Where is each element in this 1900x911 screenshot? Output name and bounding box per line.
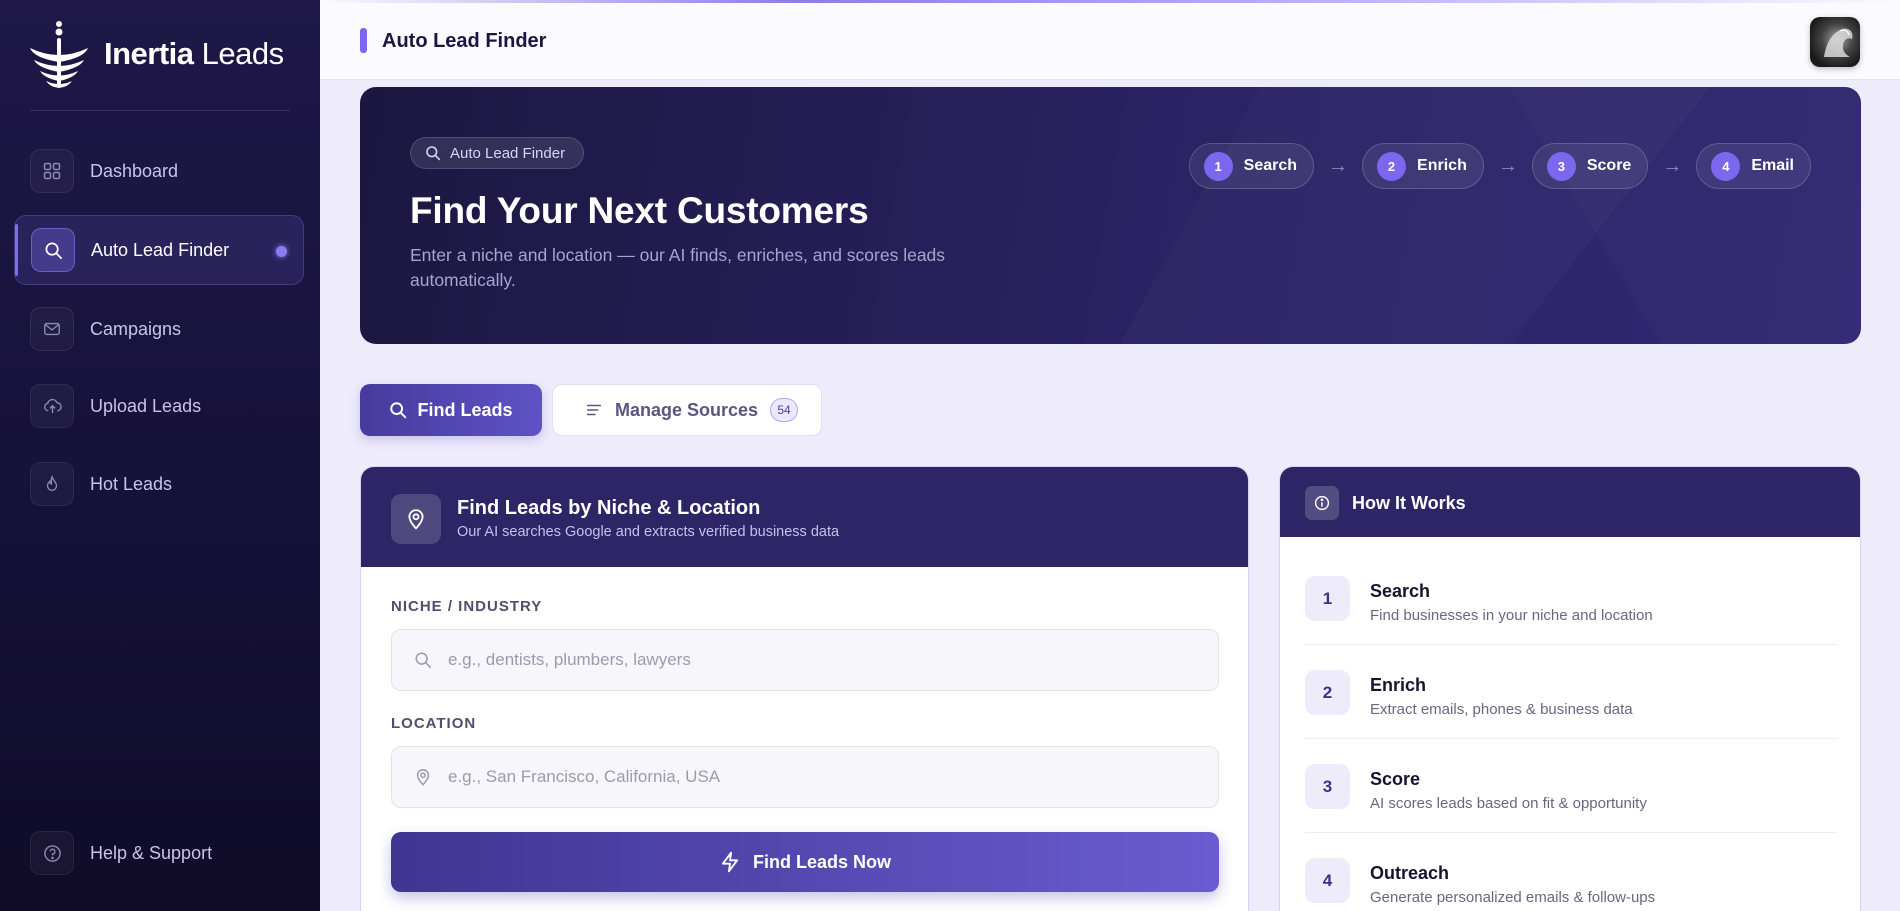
brand-divider	[30, 110, 290, 111]
how-it-works-step: 4 Outreach Generate personalized emails …	[1305, 833, 1837, 911]
map-pin-icon	[391, 494, 441, 544]
step-description: Generate personalized emails & follow-up…	[1370, 889, 1656, 906]
find-leads-card: Find Leads by Niche & Location Our AI se…	[360, 466, 1249, 911]
lightning-icon	[721, 851, 739, 873]
step-number: 2	[1377, 151, 1407, 181]
step-title: Enrich	[1370, 675, 1427, 695]
sidebar-item-hot-leads[interactable]: Hot Leads	[14, 449, 304, 519]
step-number: 3	[1305, 764, 1350, 809]
step-description: Extract emails, phones & business data	[1370, 701, 1633, 718]
find-leads-now-button[interactable]: Find Leads Now	[391, 832, 1219, 892]
button-label: Find Leads Now	[752, 851, 891, 872]
hero-chip: Auto Lead Finder	[410, 137, 585, 169]
step-title: Search	[1370, 581, 1431, 601]
pipeline-steps: 1 Search → 2 Enrich → 3 Score → 4 Email	[1188, 143, 1811, 189]
how-it-works-step: 2 Enrich Extract emails, phones & busine…	[1305, 645, 1837, 739]
search-icon	[415, 652, 431, 668]
step-label: Enrich	[1417, 157, 1467, 174]
tab-label: Manage Sources	[615, 399, 759, 420]
how-it-works-step: 1 Search Find businesses in your niche a…	[1305, 551, 1837, 645]
step-search: 1 Search	[1188, 143, 1315, 189]
card-header: Find Leads by Niche & Location Our AI se…	[361, 467, 1248, 567]
step-title: Outreach	[1370, 863, 1450, 883]
info-icon	[1305, 486, 1339, 520]
card-subtitle: Our AI searches Google and extracts veri…	[457, 524, 840, 540]
hero-subtitle: Enter a niche and location — our AI find…	[410, 245, 946, 290]
sidebar-item-auto-lead-finder[interactable]: Auto Lead Finder	[14, 215, 304, 285]
card-title: How It Works	[1352, 493, 1466, 513]
step-number: 1	[1305, 576, 1350, 621]
card-header: How It Works	[1280, 467, 1860, 537]
step-number: 1	[1203, 151, 1233, 181]
search-icon	[31, 228, 75, 272]
step-title: Score	[1370, 769, 1421, 789]
title-accent-bar	[360, 28, 367, 53]
top-header: Auto Lead Finder	[320, 0, 1900, 80]
sidebar-item-label: Auto Lead Finder	[91, 239, 230, 260]
step-label: Email	[1751, 157, 1794, 174]
sidebar: Inertia Leads Dashboard Auto Lead Finder…	[0, 0, 320, 911]
help-circle-icon	[30, 831, 74, 875]
niche-field[interactable]	[391, 629, 1219, 691]
step-label: Search	[1243, 157, 1298, 174]
flame-icon	[30, 462, 74, 506]
how-it-works-step: 3 Score AI scores leads based on fit & o…	[1305, 739, 1837, 833]
tab-manage-sources[interactable]: Manage Sources 54	[552, 384, 822, 436]
brand[interactable]: Inertia Leads	[24, 18, 284, 90]
list-icon	[586, 404, 602, 416]
step-description: Find businesses in your niche and locati…	[1370, 607, 1653, 624]
active-indicator-dot	[276, 246, 287, 257]
step-number: 4	[1711, 151, 1741, 181]
how-it-works-card: How It Works 1 Search Find businesses in…	[1279, 466, 1861, 911]
sidebar-item-upload-leads[interactable]: Upload Leads	[14, 371, 304, 441]
sidebar-item-campaigns[interactable]: Campaigns	[14, 294, 304, 364]
brand-logo-icon	[30, 21, 88, 88]
sidebar-item-dashboard[interactable]: Dashboard	[14, 136, 304, 206]
search-icon	[390, 402, 407, 419]
sidebar-item-label: Upload Leads	[90, 395, 202, 416]
location-input[interactable]	[448, 767, 1208, 787]
hero-title: Find Your Next Customers	[410, 190, 869, 231]
step-number: 2	[1305, 670, 1350, 715]
step-description: AI scores leads based on fit & opportuni…	[1370, 795, 1647, 812]
step-label: Score	[1586, 157, 1632, 174]
brand-name: Inertia Leads	[104, 36, 284, 71]
location-label: LOCATION	[391, 715, 477, 732]
sidebar-item-help-support[interactable]: Help & Support	[14, 818, 304, 888]
map-pin-icon	[416, 769, 430, 786]
arrow-right-icon: →	[1662, 154, 1683, 177]
step-email: 4 Email	[1696, 143, 1811, 189]
sources-count-badge: 54	[770, 398, 799, 422]
page-title: Auto Lead Finder	[382, 30, 547, 52]
sidebar-item-label: Dashboard	[90, 160, 179, 181]
grid-icon	[30, 149, 74, 193]
sidebar-item-label: Hot Leads	[90, 473, 173, 494]
step-enrich: 2 Enrich	[1362, 143, 1484, 189]
hero-banner: Auto Lead Finder Find Your Next Customer…	[360, 87, 1861, 344]
tab-label: Find Leads	[417, 399, 513, 420]
arrow-right-icon: →	[1328, 154, 1349, 177]
location-field[interactable]	[391, 746, 1219, 808]
card-title: Find Leads by Niche & Location	[457, 497, 761, 519]
avatar[interactable]	[1810, 17, 1860, 67]
mail-icon	[30, 307, 74, 351]
sidebar-item-label: Campaigns	[90, 318, 182, 339]
step-number: 3	[1546, 151, 1576, 181]
niche-input[interactable]	[448, 650, 1208, 670]
step-score: 3 Score	[1531, 143, 1649, 189]
niche-label: NICHE / INDUSTRY	[391, 598, 543, 615]
step-number: 4	[1305, 858, 1350, 903]
arrow-right-icon: →	[1497, 154, 1518, 177]
upload-cloud-icon	[30, 384, 74, 428]
avatar-image-icon	[1824, 28, 1853, 57]
sidebar-item-label: Help & Support	[90, 842, 213, 863]
tab-find-leads[interactable]: Find Leads	[360, 384, 542, 436]
hero-chip-label: Auto Lead Finder	[450, 144, 566, 162]
search-icon	[426, 146, 441, 161]
header-accent-line	[320, 0, 1900, 3]
